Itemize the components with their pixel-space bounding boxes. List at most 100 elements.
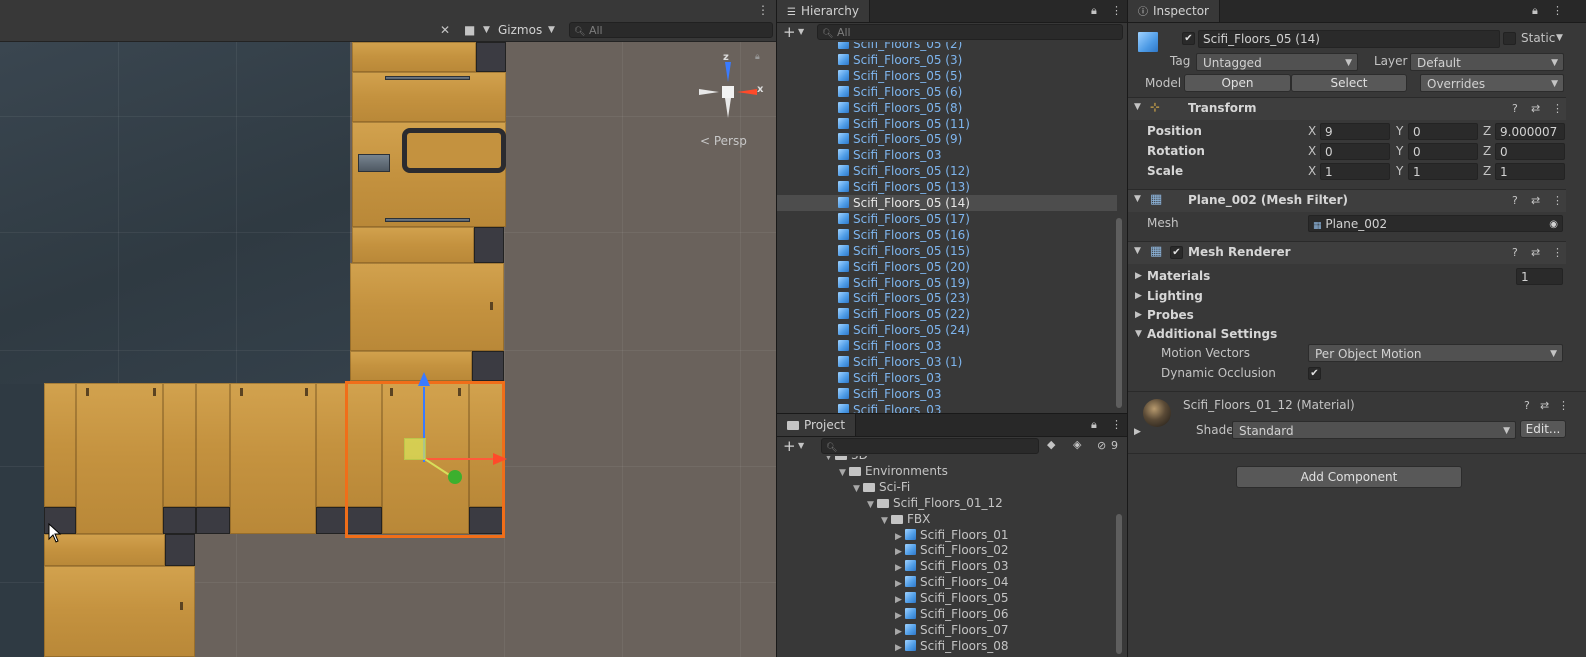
help-icon[interactable]: ?	[1524, 399, 1530, 412]
search-by-label-icon[interactable]: ◈	[1073, 438, 1081, 451]
add-dropdown-icon[interactable]: ▼	[798, 27, 804, 36]
hierarchy-item[interactable]: Scifi_Floors_05 (3)	[838, 52, 962, 68]
scene-search-input[interactable]: 🔍︎ All	[569, 22, 773, 38]
rotation-y-axis-label[interactable]: Y	[1396, 143, 1403, 160]
scale-z-field[interactable]: 1	[1495, 163, 1565, 180]
expand-icon[interactable]: ▶	[1135, 291, 1142, 301]
probes-label[interactable]: Probes	[1147, 307, 1194, 324]
hierarchy-search-input[interactable]: 🔍︎ All	[817, 24, 1123, 40]
component-menu-icon[interactable]: ⋮	[1552, 102, 1563, 115]
collapse-icon[interactable]: ▼	[825, 456, 835, 465]
component-menu-icon[interactable]: ⋮	[1558, 399, 1569, 412]
project-tree[interactable]: ▼3D▼Environments▼Sci-Fi▼Scifi_Floors_01_…	[777, 456, 1117, 657]
tab-project[interactable]: Project	[777, 414, 857, 436]
hidden-packages-icon[interactable]: ⊘	[1097, 439, 1106, 452]
project-tree-item[interactable]: ▼ FBX	[881, 511, 930, 527]
rotation-z-field[interactable]: 0	[1495, 143, 1565, 160]
rotation-y-field[interactable]: 0	[1408, 143, 1478, 160]
lock-icon[interactable]: 🔒︎	[1091, 418, 1097, 432]
shader-dropdown[interactable]: Standard ▼	[1232, 421, 1516, 439]
project-tree-item[interactable]: ▶ Scifi_Floors_03	[895, 558, 1008, 574]
project-tree-item[interactable]: ▼ Environments	[839, 463, 948, 479]
gizmo-x-handle[interactable]	[493, 453, 507, 465]
hierarchy-item[interactable]: Scifi_Floors_05 (9)	[838, 131, 962, 147]
edit-shader-button[interactable]: Edit...	[1520, 420, 1566, 438]
hierarchy-item[interactable]: Scifi_Floors_05 (14)	[838, 195, 970, 211]
more-options-icon[interactable]: ⋮	[1552, 4, 1563, 17]
hierarchy-item[interactable]: Scifi_Floors_03	[838, 370, 941, 386]
collapse-icon[interactable]: ▼	[1134, 194, 1141, 204]
hierarchy-item[interactable]: Scifi_Floors_05 (19)	[838, 275, 970, 291]
scale-z-axis-label[interactable]: Z	[1483, 163, 1491, 180]
project-tree-item[interactable]: ▶ Scifi_Floors_05	[895, 590, 1008, 606]
expand-icon[interactable]: ▶	[1135, 310, 1142, 320]
hierarchy-item[interactable]: Scifi_Floors_05 (6)	[838, 84, 962, 100]
collapse-icon[interactable]: ▼	[881, 513, 891, 529]
materials-label[interactable]: Materials	[1147, 268, 1210, 285]
hierarchy-item[interactable]: Scifi_Floors_05 (8)	[838, 100, 962, 116]
hierarchy-item[interactable]: Scifi_Floors_05 (11)	[838, 116, 970, 132]
project-tree-item[interactable]: ▼ Scifi_Floors_01_12	[867, 495, 1003, 511]
position-z-field[interactable]: 9.000007	[1495, 123, 1565, 140]
gizmos-dropdown-icon[interactable]: ▼	[548, 20, 555, 41]
project-tree-item[interactable]: ▶ Scifi_Floors_07	[895, 622, 1008, 638]
rotation-z-axis-label[interactable]: Z	[1483, 143, 1491, 160]
project-tree-item[interactable]: ▶ Scifi_Floors_06	[895, 606, 1008, 622]
project-scrollbar[interactable]	[1116, 514, 1122, 654]
mesh-renderer-header[interactable]: ▼ ▦ ✔ Mesh Renderer ? ⇄ ⋮	[1128, 241, 1566, 264]
materials-count-field[interactable]: 1	[1516, 268, 1563, 285]
hierarchy-scrollbar[interactable]	[1116, 218, 1122, 408]
orientation-gizmo[interactable]: z x 🔒︎	[695, 50, 770, 125]
search-by-type-icon[interactable]: ◆	[1047, 438, 1055, 451]
collapse-icon[interactable]: ▼	[1134, 102, 1141, 112]
presets-icon[interactable]: ⇄	[1540, 399, 1549, 412]
project-tree-item[interactable]: ▶ Scifi_Floors_01	[895, 527, 1008, 543]
lock-icon[interactable]: 🔒︎	[755, 52, 760, 62]
hierarchy-item[interactable]: Scifi_Floors_03	[838, 338, 941, 354]
overrides-dropdown[interactable]: Overrides ▼	[1420, 74, 1564, 92]
collapse-icon[interactable]: ▼	[1134, 246, 1141, 256]
collapse-icon[interactable]: ▼	[1135, 329, 1142, 339]
persp-toggle[interactable]: < Persp	[700, 134, 747, 148]
add-dropdown-icon[interactable]: ▼	[798, 441, 804, 450]
add-icon[interactable]: +	[783, 23, 796, 41]
motion-vectors-dropdown[interactable]: Per Object Motion ▼	[1308, 344, 1563, 362]
lock-icon[interactable]: 🔒︎	[1532, 4, 1538, 18]
scale-x-axis-label[interactable]: X	[1308, 163, 1316, 180]
hierarchy-list[interactable]: Scifi_Floors_05 (2) Scifi_Floors_05 (3) Sc…	[777, 42, 1117, 413]
transform-header[interactable]: ▼ ⊹ Transform ? ⇄ ⋮	[1128, 97, 1566, 120]
mesh-renderer-enabled-checkbox[interactable]: ✔	[1170, 246, 1183, 259]
help-icon[interactable]: ?	[1512, 246, 1518, 259]
more-options-icon[interactable]: ⋮	[1111, 4, 1122, 17]
position-y-field[interactable]: 0	[1408, 123, 1478, 140]
hierarchy-item[interactable]: Scifi_Floors_05 (20)	[838, 259, 970, 275]
add-icon[interactable]: +	[783, 437, 796, 455]
mesh-field[interactable]: ▦ Plane_002 ◉	[1308, 215, 1563, 232]
layer-dropdown[interactable]: Default ▼	[1410, 53, 1564, 71]
hierarchy-item[interactable]: Scifi_Floors_05 (12)	[838, 163, 970, 179]
select-button[interactable]: Select	[1291, 74, 1407, 92]
more-options-icon[interactable]: ⋮	[1111, 418, 1122, 431]
project-tree-item[interactable]: ▶ Scifi_Floors_04	[895, 574, 1008, 590]
hierarchy-item[interactable]: Scifi_Floors_03	[838, 147, 941, 163]
scale-x-field[interactable]: 1	[1320, 163, 1390, 180]
scale-y-axis-label[interactable]: Y	[1396, 163, 1403, 180]
position-x-field[interactable]: 9	[1320, 123, 1390, 140]
hierarchy-item[interactable]: Scifi_Floors_05 (16)	[838, 227, 970, 243]
expand-icon[interactable]: ▶	[895, 640, 905, 656]
open-button[interactable]: Open	[1184, 74, 1291, 92]
hierarchy-item[interactable]: Scifi_Floors_03	[838, 386, 941, 402]
project-search-input[interactable]: 🔍︎	[821, 438, 1039, 454]
rotation-x-field[interactable]: 0	[1320, 143, 1390, 160]
gizmo-plane-handle[interactable]	[404, 438, 426, 460]
mesh-filter-header[interactable]: ▼ ▦ Plane_002 (Mesh Filter) ? ⇄ ⋮	[1128, 189, 1566, 212]
hierarchy-item[interactable]: Scifi_Floors_05 (2)	[838, 42, 962, 52]
dynamic-occlusion-checkbox[interactable]: ✔	[1308, 367, 1321, 380]
hierarchy-item[interactable]: Scifi_Floors_05 (24)	[838, 322, 970, 338]
component-menu-icon[interactable]: ⋮	[1552, 246, 1563, 259]
scale-y-field[interactable]: 1	[1408, 163, 1478, 180]
hierarchy-item[interactable]: Scifi_Floors_05 (23)	[838, 290, 970, 306]
gizmos-button[interactable]: Gizmos	[498, 20, 542, 41]
position-y-axis-label[interactable]: Y	[1396, 123, 1403, 140]
component-menu-icon[interactable]: ⋮	[1552, 194, 1563, 207]
